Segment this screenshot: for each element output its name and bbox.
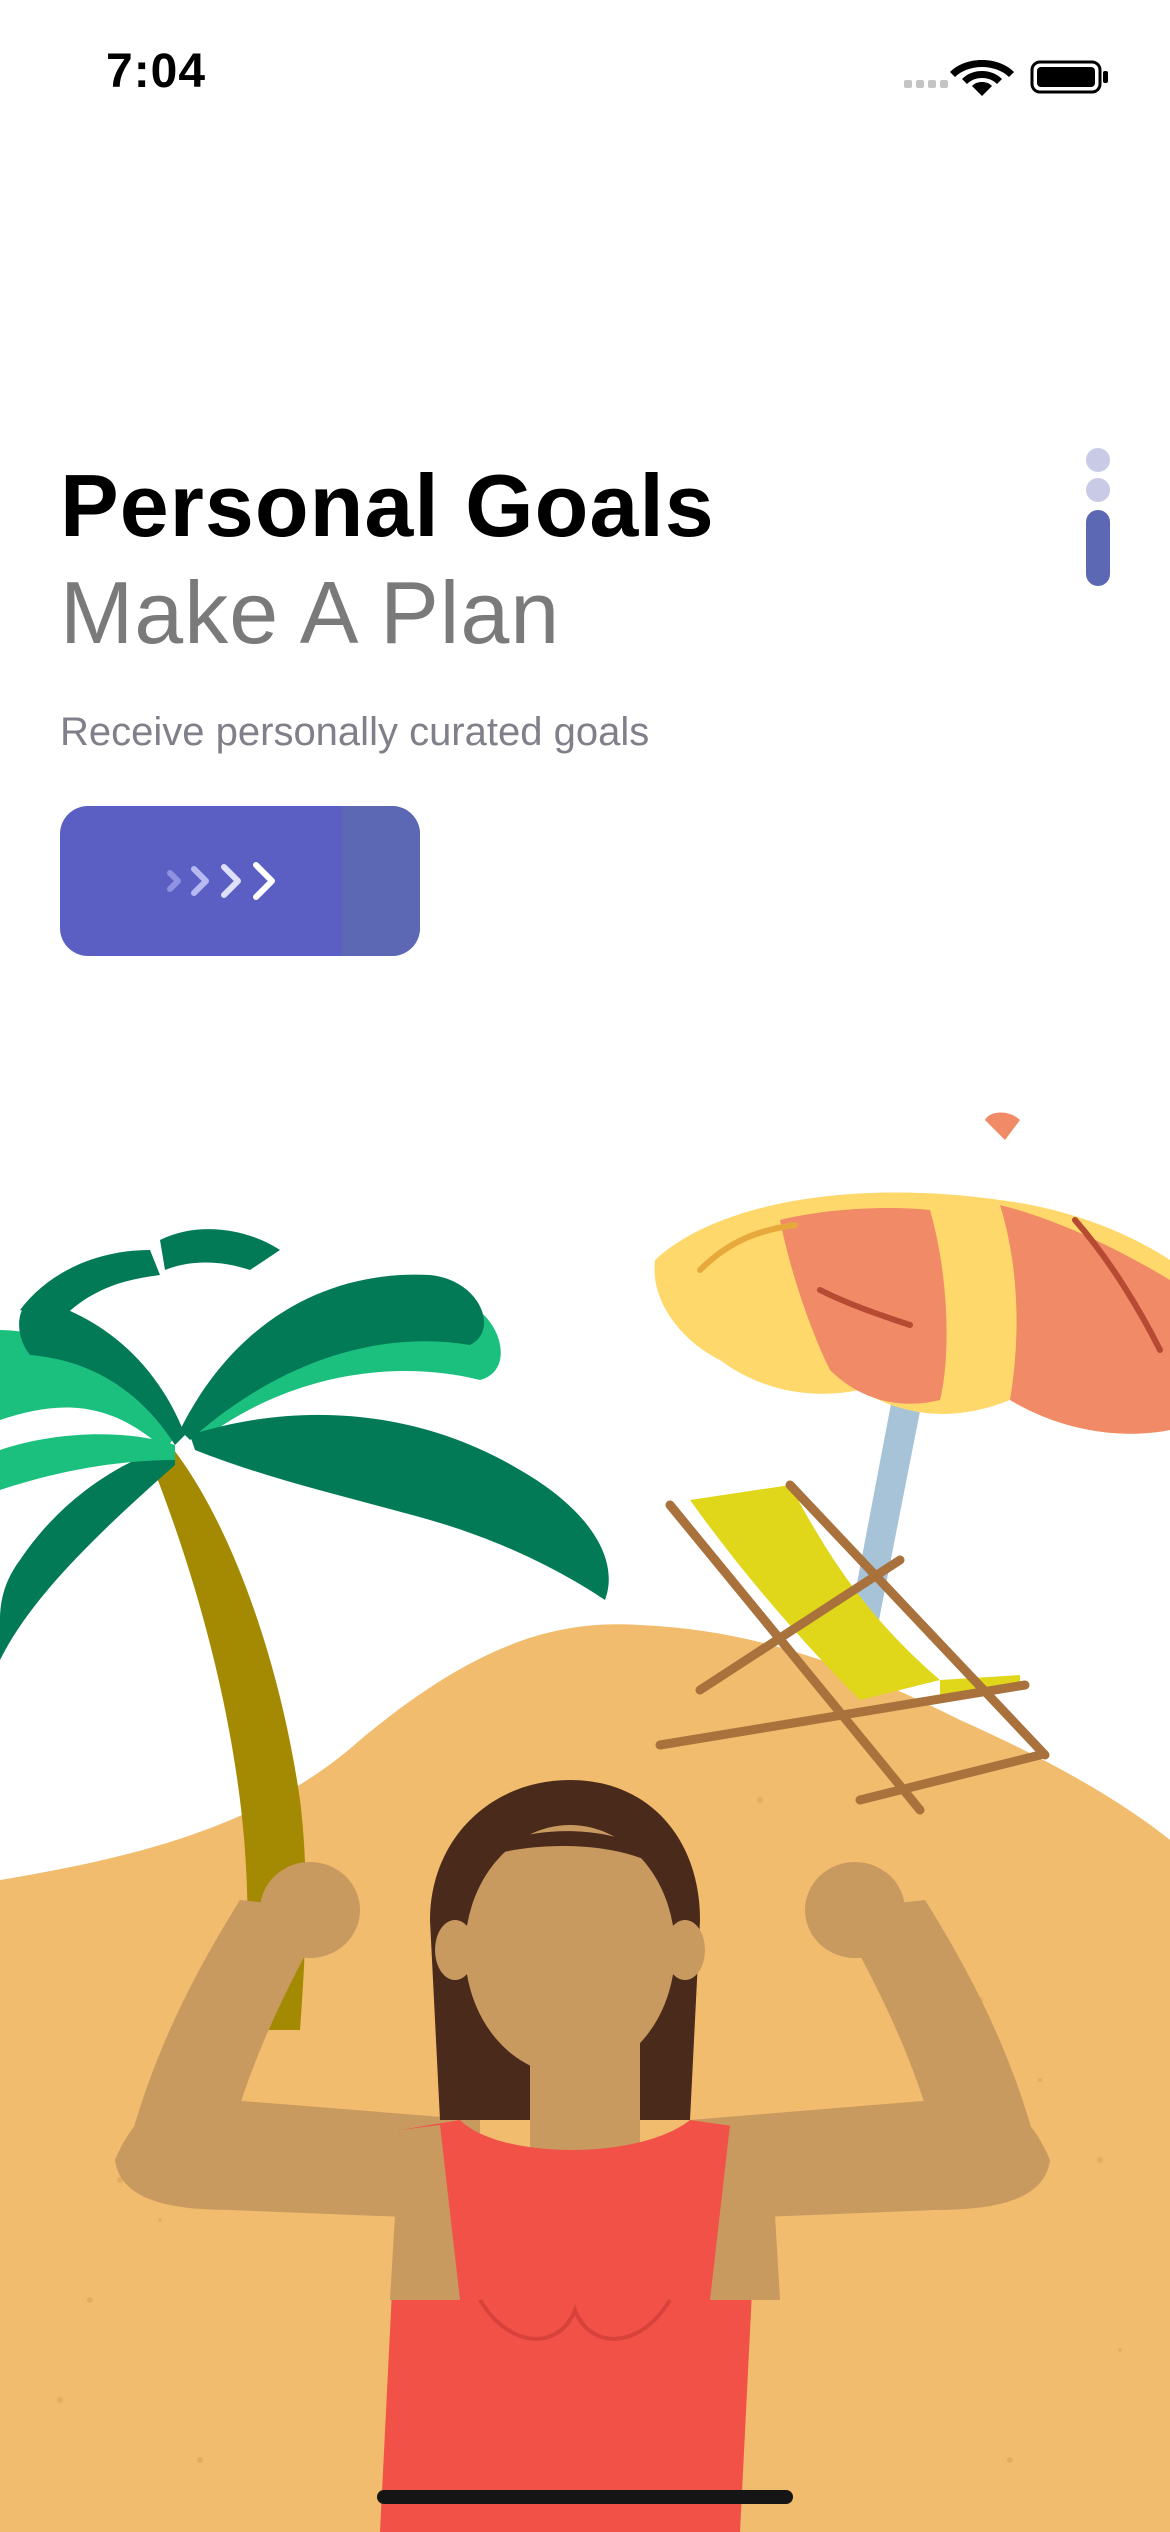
next-button[interactable] [60, 806, 420, 956]
beach-fitness-illustration [0, 1112, 1170, 2532]
page-indicator [1083, 448, 1113, 588]
status-time: 7:04 [106, 45, 207, 98]
page-description: Receive personally curated goals [60, 710, 650, 754]
page-title: Personal Goals [60, 456, 715, 555]
battery-icon [1030, 60, 1108, 94]
page-dot-2 [1086, 478, 1110, 502]
wifi-icon [950, 60, 1014, 96]
page-dot-1 [1086, 448, 1110, 472]
home-indicator[interactable] [377, 2490, 793, 2504]
cellular-signal-icon [904, 80, 948, 88]
status-icons [904, 60, 1108, 96]
page-dot-3-active [1086, 510, 1110, 586]
chevrons-right-icon [167, 862, 275, 900]
page-subtitle: Make A Plan [60, 563, 561, 662]
status-bar: 7:04 [0, 0, 1170, 150]
